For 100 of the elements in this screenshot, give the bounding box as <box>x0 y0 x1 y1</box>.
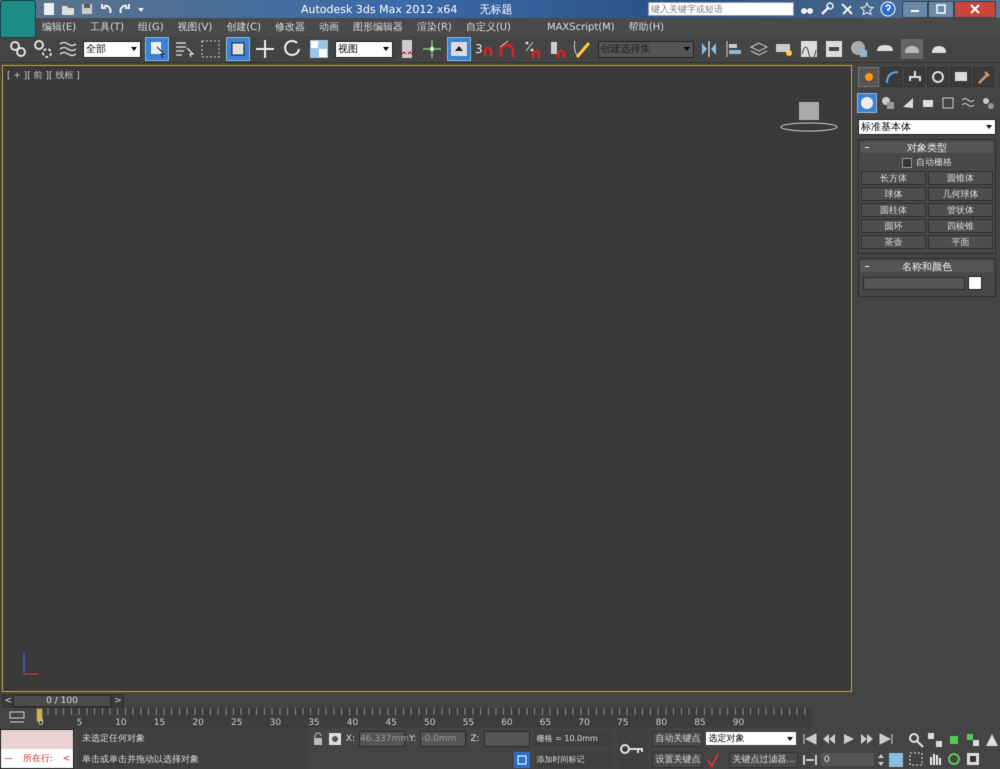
time-tag-icon[interactable] <box>514 752 530 768</box>
lock-icon[interactable] <box>312 732 324 746</box>
display-tab-icon[interactable] <box>950 67 971 87</box>
color-swatch[interactable] <box>968 276 982 290</box>
orbit-icon[interactable] <box>946 750 962 766</box>
keyboard-shortcut-icon[interactable] <box>448 38 470 60</box>
transform-mode-icon[interactable] <box>328 732 342 746</box>
next-frame-button[interactable]: > <box>113 696 123 706</box>
utilities-tab-icon[interactable] <box>973 67 994 87</box>
viewport-label[interactable]: [ + ][ 前 ][ 线框 ] <box>7 69 80 82</box>
set-key-button[interactable] <box>616 729 648 769</box>
zoom-icon[interactable] <box>908 732 924 748</box>
menu-item[interactable]: 修改器 <box>275 20 306 34</box>
region-zoom-icon[interactable] <box>908 750 924 766</box>
manipulate-icon[interactable] <box>421 38 443 60</box>
time-configuration-icon[interactable] <box>888 752 904 768</box>
previous-frame-button[interactable]: < <box>3 696 13 706</box>
maximize-viewport-icon[interactable] <box>965 750 981 766</box>
menu-item[interactable]: 动画 <box>319 20 340 34</box>
menu-item[interactable]: 编辑(E) <box>42 20 76 34</box>
key-mode-toggle-icon[interactable] <box>802 752 818 766</box>
z-coordinate-field[interactable] <box>484 730 530 746</box>
redo-icon[interactable] <box>118 2 132 16</box>
object-type-button[interactable]: 圆环 <box>861 219 926 233</box>
category-dropdown[interactable]: 标准基本体 <box>858 119 996 135</box>
maxscript-listener[interactable]: — 所在行: < <box>0 729 74 769</box>
object-type-button[interactable]: 球体 <box>861 187 926 201</box>
menu-item[interactable]: 帮助(H) <box>628 20 664 34</box>
percent-snap-icon[interactable] <box>522 39 543 59</box>
object-type-button[interactable]: 管状体 <box>928 203 993 217</box>
material-editor-icon[interactable] <box>848 39 869 59</box>
menu-item[interactable]: 图形编辑器 <box>353 20 404 34</box>
object-type-button[interactable]: 长方体 <box>861 171 926 185</box>
add-time-tag-label[interactable]: 添加时间标记 <box>534 751 613 768</box>
align-icon[interactable] <box>724 39 744 59</box>
star-icon[interactable] <box>860 2 874 16</box>
previous-frame-icon[interactable] <box>821 732 837 746</box>
close-icon[interactable] <box>970 4 980 14</box>
menu-item[interactable]: MAXScript(M) <box>546 22 615 32</box>
wrench-icon[interactable] <box>820 2 834 16</box>
create-tab-icon[interactable] <box>858 67 879 87</box>
helper-icon[interactable] <box>940 95 956 111</box>
rectangle-selection-icon[interactable] <box>200 38 222 60</box>
rollout-header[interactable]: 对象类型 <box>861 142 993 153</box>
go-to-start-icon[interactable] <box>802 732 818 746</box>
undo-icon[interactable] <box>99 2 113 16</box>
selection-filter-dropdown[interactable]: 全部 <box>83 40 141 58</box>
wave-icon[interactable] <box>58 39 78 59</box>
auto-key-button[interactable]: 自动关键点 <box>652 730 704 746</box>
object-type-button[interactable]: 平面 <box>928 235 993 249</box>
next-frame-icon[interactable] <box>859 732 875 746</box>
unlink-icon[interactable] <box>33 39 53 59</box>
reference-coordinate-dropdown[interactable]: 视图 <box>335 40 393 58</box>
schematic-view-icon[interactable] <box>824 39 844 59</box>
checkbox[interactable] <box>902 158 912 168</box>
rollout-header[interactable]: 名称和颜色 <box>861 261 993 272</box>
new-file-icon[interactable] <box>42 2 56 16</box>
spinner-icon[interactable] <box>877 752 885 768</box>
menu-item[interactable]: 组(G) <box>138 20 164 34</box>
go-to-end-icon[interactable] <box>878 732 894 746</box>
maximize-button[interactable] <box>928 0 954 18</box>
field-of-view-icon[interactable] <box>984 732 1000 748</box>
window-crossing-icon[interactable] <box>227 38 249 60</box>
menu-item[interactable]: 视图(V) <box>178 20 212 34</box>
menu-item[interactable]: 工具(T) <box>90 20 124 34</box>
shapes-icon[interactable] <box>880 95 896 111</box>
object-type-button[interactable]: 圆锥体 <box>928 171 993 185</box>
systems-icon[interactable] <box>980 95 996 111</box>
object-type-button[interactable]: 圆柱体 <box>861 203 926 217</box>
menu-item[interactable]: 自定义(U) <box>466 20 511 34</box>
close-button[interactable] <box>954 0 996 18</box>
minimize-button[interactable] <box>902 0 928 18</box>
key-icon[interactable] <box>620 743 644 755</box>
sphere-icon[interactable] <box>858 94 876 112</box>
motion-tab-icon[interactable] <box>927 67 948 87</box>
time-slider-thumb[interactable]: 0 / 100 <box>13 695 111 707</box>
object-type-button[interactable]: 四棱锥 <box>928 219 993 233</box>
key-mode-dropdown[interactable]: 选定对象 <box>706 732 796 745</box>
select-object-icon[interactable] <box>146 38 168 60</box>
move-icon[interactable] <box>254 38 276 60</box>
name-field[interactable] <box>863 276 965 290</box>
modify-tab-icon[interactable] <box>881 67 902 87</box>
edit-named-selection-icon[interactable] <box>572 39 593 59</box>
search-field[interactable]: 键入关键字或短语 <box>648 2 794 16</box>
zoom-extents-all-icon[interactable] <box>965 732 981 748</box>
save-icon[interactable] <box>80 2 94 16</box>
menu-item[interactable]: 渲染(R) <box>417 20 452 34</box>
curve-editor-icon[interactable] <box>798 39 819 59</box>
help-icon[interactable] <box>880 1 896 17</box>
hierarchy-tab-icon[interactable] <box>904 67 925 87</box>
menu-item[interactable]: 创建(C) <box>226 20 262 34</box>
current-frame-field[interactable]: 0 <box>821 753 874 766</box>
link-icon[interactable] <box>8 39 28 59</box>
zoom-all-icon[interactable] <box>927 732 943 748</box>
object-type-button[interactable]: 茶壶 <box>861 235 926 249</box>
object-type-button[interactable]: 几何球体 <box>928 187 993 201</box>
snap-toggle[interactable]: 3 <box>475 42 493 56</box>
key-filters-button[interactable]: 关键点过滤器... <box>729 752 798 768</box>
scale-icon[interactable] <box>308 38 330 60</box>
viewport[interactable]: [ + ][ 前 ][ 线框 ] <box>2 65 852 692</box>
